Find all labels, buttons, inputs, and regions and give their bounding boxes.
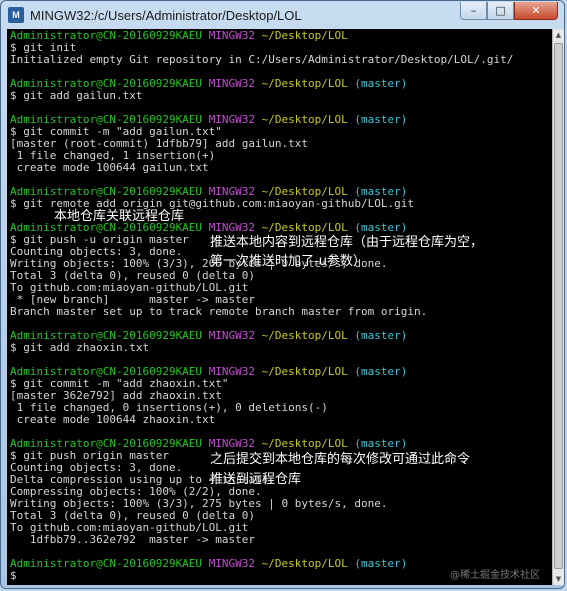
annotation-push-line-2: 第一次推送时加了-u参数）: [210, 254, 366, 269]
close-button[interactable]: ✕: [514, 2, 558, 20]
prompt-branch: (master): [354, 437, 408, 450]
prompt-path: ~/Desktop/LOL: [261, 437, 348, 450]
scroll-thumb[interactable]: [554, 43, 563, 569]
terminal-line: Branch master set up to track remote bra…: [10, 305, 428, 318]
scroll-up-arrow-icon[interactable]: ▲: [553, 29, 564, 41]
prompt-path: ~/Desktop/LOL: [261, 29, 348, 42]
watermark: @稀土掘金技术社区: [450, 570, 540, 581]
prompt-env: MINGW32: [208, 29, 256, 42]
prompt-branch: (master): [354, 77, 408, 90]
terminal-line: $ git add gailun.txt: [10, 89, 143, 102]
prompt-env: MINGW32: [208, 557, 256, 570]
terminal-line: create mode 100644 gailun.txt: [10, 161, 209, 174]
title-bar[interactable]: M MINGW32:/c/Users/Administrator/Desktop…: [1, 1, 564, 29]
prompt-line: Administrator@CN-20160929KAEU MINGW32 ~/…: [10, 558, 513, 570]
terminal-lines: Administrator@CN-20160929KAEU MINGW32 ~/…: [10, 30, 513, 582]
prompt-env: MINGW32: [208, 77, 256, 90]
annotation-push-line-1: 推送本地内容到远程仓库（由于远程仓库为空，: [210, 235, 484, 250]
terminal-line: $: [10, 569, 24, 582]
prompt-env: MINGW32: [208, 437, 256, 450]
vertical-scrollbar[interactable]: ▲ ▼: [552, 29, 564, 585]
prompt-branch: (master): [354, 329, 408, 342]
prompt-line: Administrator@CN-20160929KAEU MINGW32 ~/…: [10, 30, 513, 42]
prompt-path: ~/Desktop/LOL: [261, 557, 348, 570]
prompt-branch: (master): [354, 365, 408, 378]
prompt-env: MINGW32: [208, 329, 256, 342]
scroll-down-arrow-icon[interactable]: ▼: [553, 573, 564, 585]
prompt-path: ~/Desktop/LOL: [261, 77, 348, 90]
mingw-app-icon: M: [8, 7, 24, 23]
annotation-remote: 本地仓库关联远程仓库: [54, 209, 185, 224]
terminal-line: 1dfbb79..362e792 master -> master: [10, 533, 256, 546]
window-controls: – □ ✕: [460, 2, 558, 20]
terminal-line: Initialized empty Git repository in C:/U…: [10, 53, 514, 66]
terminal-output[interactable]: Administrator@CN-20160929KAEU MINGW32 ~/…: [7, 29, 554, 585]
prompt-user: Administrator@CN-20160929KAEU: [10, 557, 203, 570]
terminal-line: create mode 100644 zhaoxin.txt: [10, 413, 216, 426]
terminal-line: $ git add zhaoxin.txt: [10, 341, 150, 354]
prompt-branch: (master): [354, 113, 408, 126]
minimize-button[interactable]: –: [460, 2, 487, 20]
prompt-path: ~/Desktop/LOL: [261, 113, 348, 126]
annotation-later-line-2: 推送到远程仓库: [210, 472, 302, 487]
prompt-path: ~/Desktop/LOL: [261, 329, 348, 342]
terminal-window: M MINGW32:/c/Users/Administrator/Desktop…: [0, 0, 565, 589]
maximize-button[interactable]: □: [487, 2, 514, 20]
annotation-later-line-1: 之后提交到本地仓库的每次修改可通过此命令: [210, 452, 471, 467]
prompt-path: ~/Desktop/LOL: [261, 365, 348, 378]
window-title: MINGW32:/c/Users/Administrator/Desktop/L…: [30, 7, 302, 23]
prompt-branch: (master): [354, 557, 408, 570]
